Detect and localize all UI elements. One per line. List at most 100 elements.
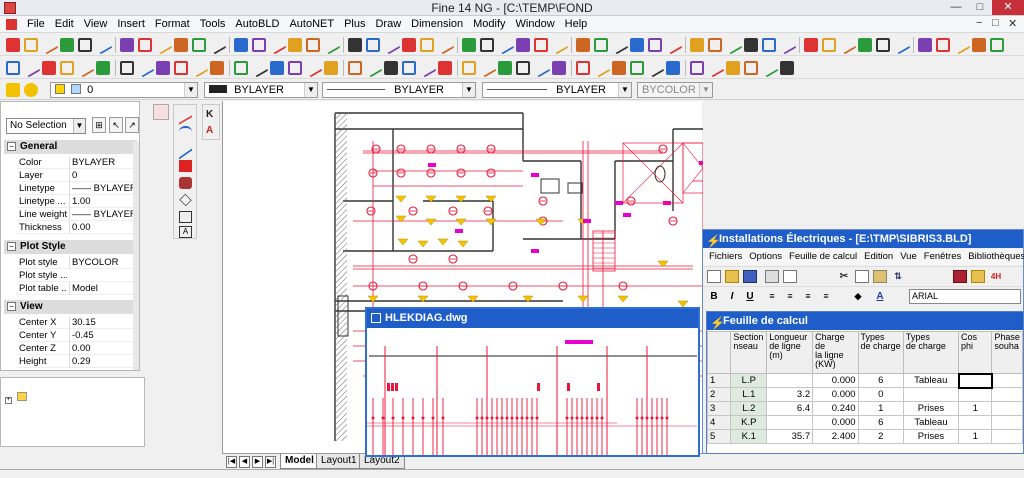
table-cell[interactable]: 6.4 [766,401,814,416]
table-cell[interactable]: L.1 [730,387,768,402]
next-tab-button[interactable]: ▶ [252,456,263,468]
toolbar-tool-icon[interactable] [138,38,152,52]
toolbar-tool-icon[interactable] [435,35,455,55]
calc-icon[interactable]: 4H [989,270,1003,283]
property-row[interactable]: Plot style ... [17,269,137,282]
property-value[interactable]: -0.45 [69,329,139,342]
toolbar-tool-icon[interactable] [267,35,287,55]
toolbar-tool-icon[interactable] [837,35,857,55]
property-row[interactable]: Linetype —— BYLAYER [17,182,137,195]
toolbar-tool-icon[interactable] [363,58,383,78]
toolbar-tool-icon[interactable] [666,61,680,75]
column-header[interactable]: Longueur de ligne (m) [766,331,814,374]
toolbar-tool-icon[interactable] [192,38,206,52]
toolbar-tool-icon[interactable] [60,61,74,75]
print-preview-icon[interactable] [783,270,797,283]
toolbar-tool-icon[interactable] [234,38,248,52]
toolbar-tool-icon[interactable] [549,35,569,55]
table-cell[interactable] [991,429,1023,444]
menu-tools[interactable]: Tools [195,17,231,31]
toolbar-tool-icon[interactable] [480,38,494,52]
table-cell[interactable]: L.P [730,373,768,388]
toolbar-tool-icon[interactable] [174,38,188,52]
toolbar-tool-icon[interactable] [663,35,683,55]
toolbar-tool-icon[interactable] [648,38,662,52]
table-cell[interactable]: Prises [902,401,960,416]
column-header[interactable]: Types de charge [857,331,904,374]
toolbar-tool-icon[interactable] [759,58,779,78]
property-row[interactable]: Center Y -0.45 [17,329,137,342]
underline-button[interactable]: U [743,290,757,303]
table-cell[interactable] [958,415,993,430]
row-number[interactable]: 5 [706,429,732,444]
property-value[interactable]: 0.00 [69,342,139,355]
table-cell[interactable]: 6 [857,373,904,388]
collapse-icon[interactable]: − [7,302,16,311]
table-row[interactable]: 2 L.1 3.2 0.000 0 [706,387,1023,402]
rectangle-icon[interactable] [179,211,192,223]
table-cell[interactable]: 2.400 [812,429,859,444]
command-line[interactable] [0,469,1024,478]
table-cell[interactable]: 0.000 [812,387,859,402]
table-cell[interactable]: 3.2 [766,387,814,402]
arc-icon[interactable] [179,126,192,138]
select-objects-icon[interactable]: ↗ [125,117,139,133]
table-cell[interactable]: Prises [902,429,960,444]
last-tab-button[interactable]: ▶| [265,456,276,468]
toolbar-tool-icon[interactable] [645,58,665,78]
menu-help[interactable]: Help [560,17,593,31]
inst-menu-item[interactable]: Fichiers [706,249,746,265]
toolbar-tool-icon[interactable] [726,61,740,75]
tree-root-node[interactable]: + [5,392,27,404]
toolbar-tool-icon[interactable] [60,38,74,52]
inst-menu-item[interactable]: Fenêtres [921,249,966,265]
table-row[interactable]: 1 L.P 0.000 6 Tableau [706,372,1023,389]
menu-plus[interactable]: Plus [339,17,370,31]
linetype-select[interactable]: BYLAYER ▼ [322,82,476,98]
toolbar-tool-icon[interactable] [348,38,362,52]
hlekdiag-titlebar[interactable]: HLEKDIAG.dwg [367,309,698,328]
toolbar-tool-icon[interactable] [462,61,476,75]
section-general[interactable]: − General [4,140,137,154]
toolbar-tool-icon[interactable] [348,61,362,75]
color-select[interactable]: BYLAYER ▼ [204,82,318,98]
inst-menu-item[interactable]: Options [746,249,786,265]
block-icon[interactable] [179,160,192,172]
section-plot-style[interactable]: − Plot Style [4,240,137,254]
toolbar-tool-icon[interactable] [402,38,416,52]
layer-select[interactable]: 0 ▼ [50,82,198,98]
property-value[interactable]: 30.15 [69,316,139,329]
table-cell[interactable]: 35.7 [766,429,814,444]
toolbar-tool-icon[interactable] [780,61,794,75]
quick-select-icon[interactable]: ⊞ [92,117,106,133]
property-value[interactable]: BYCOLOR [69,256,139,269]
toolbar-tool-icon[interactable] [723,35,743,55]
table-cell[interactable]: K.P [730,415,768,430]
justify-icon[interactable]: ≡ [819,290,833,303]
selection-select[interactable]: No Selection ▼ [6,118,86,134]
row-number[interactable]: 1 [706,373,732,388]
toolbar-tool-icon[interactable] [381,35,401,55]
menu-insert[interactable]: Insert [112,17,150,31]
property-row[interactable]: Center Z 0.00 [17,342,137,355]
row-number[interactable]: 2 [706,387,732,402]
layer-toolbar-icon[interactable] [153,104,169,120]
table-cell[interactable] [957,372,993,389]
toolbar-tool-icon[interactable] [462,38,476,52]
toolbar-tool-icon[interactable] [936,38,950,52]
toolbar-tool-icon[interactable] [516,61,530,75]
minimize-button[interactable]: — [944,0,968,15]
table-row[interactable]: 5 K.1 35.7 2.400 2 Prises 1 [706,429,1023,444]
toolbar-tool-icon[interactable] [531,58,551,78]
toolbar-tool-icon[interactable] [951,35,971,55]
property-value[interactable]: 0 [69,169,139,182]
maximize-button[interactable]: □ [968,0,992,15]
toolbar-tool-icon[interactable] [234,61,248,75]
tab-layout1[interactable]: Layout1 [316,454,362,469]
property-row[interactable]: Height 0.29 [17,355,137,368]
toolbar-tool-icon[interactable] [288,61,302,75]
toolbar-tool-icon[interactable] [858,38,872,52]
toolbar-tool-icon[interactable] [210,61,224,75]
toolbar-tool-icon[interactable] [402,61,416,75]
toolbar-tool-icon[interactable] [174,61,188,75]
